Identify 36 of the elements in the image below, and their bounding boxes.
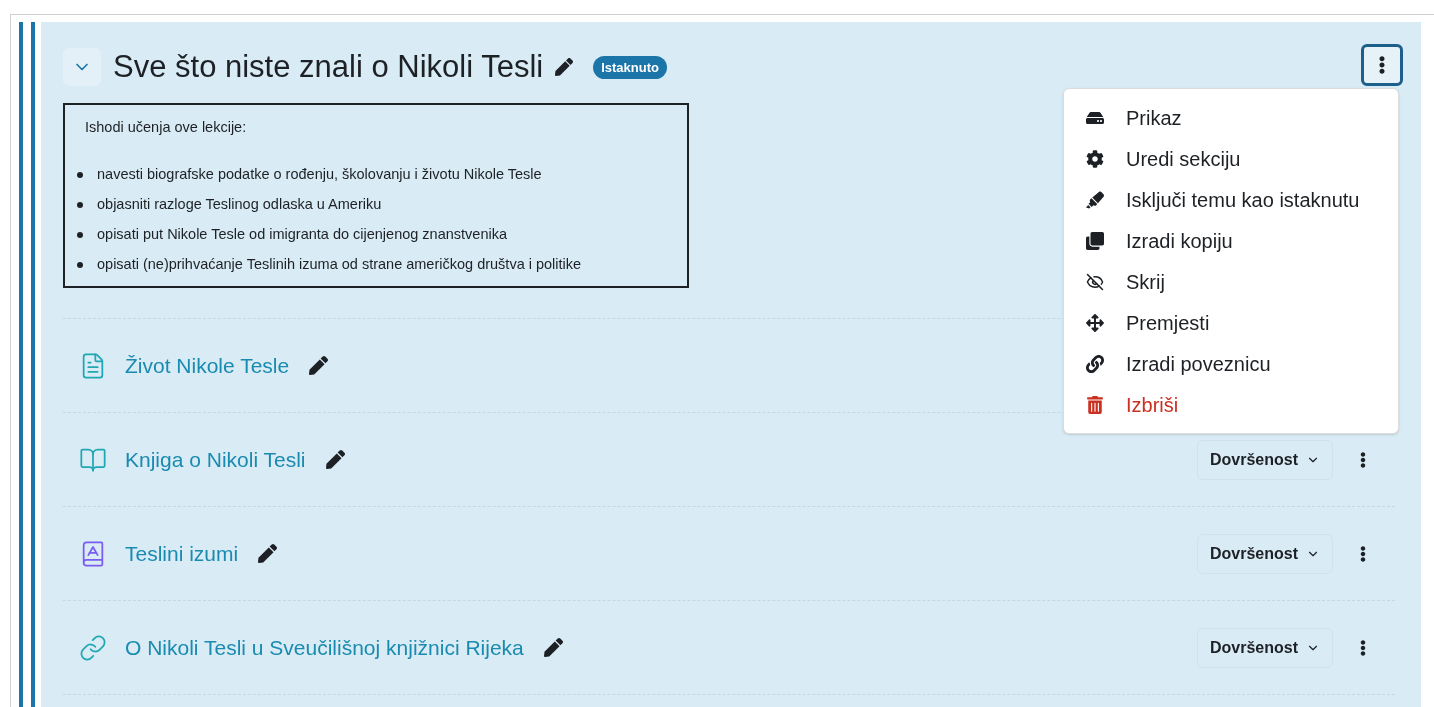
- menu-item[interactable]: Prikaz: [1064, 97, 1398, 138]
- section-menu-button[interactable]: [1361, 44, 1403, 86]
- settings-icon: [1086, 149, 1104, 168]
- summary-item: navesti biografske podatke o rođenju, školovanju i životu Nikole Tesle: [97, 165, 542, 185]
- pencil-icon[interactable]: [555, 58, 574, 77]
- eye-slash-icon: [1086, 272, 1104, 291]
- summary-item: opisati (ne)prihvaćanje Teslinih izuma od strane američkog društva i politike: [97, 255, 582, 275]
- bullet-icon: [77, 202, 83, 209]
- completion-dropdown[interactable]: Dovršenost: [1196, 439, 1333, 480]
- pencil-icon[interactable]: [543, 638, 563, 658]
- featured-badge: Istaknuto: [593, 55, 667, 79]
- pencil-icon[interactable]: [258, 544, 278, 564]
- bullet-icon: [77, 232, 83, 239]
- menu-item[interactable]: Izbriši: [1064, 384, 1398, 425]
- menu-item[interactable]: Isključi temu kao istaknutu: [1064, 179, 1398, 220]
- move-icon: [1086, 313, 1104, 332]
- section-title: Sve što niste znali o Nikoli Tesli: [113, 48, 544, 86]
- pencil-icon[interactable]: [325, 450, 345, 470]
- link-icon: [79, 633, 107, 662]
- menu-item[interactable]: Skrij: [1064, 261, 1398, 302]
- completion-dropdown[interactable]: Dovršenost: [1196, 627, 1333, 668]
- bullet-icon: [77, 262, 83, 269]
- summary-intro: Ishodi učenja ove lekcije:: [84, 117, 248, 137]
- copy-icon: [1086, 231, 1104, 250]
- highlighter-icon: [1086, 190, 1104, 209]
- link-icon: [1086, 354, 1104, 373]
- bullet-icon: [77, 172, 83, 179]
- summary-item: objasniti razloge Teslinog odlaska u Ameriku: [97, 195, 382, 215]
- menu-item[interactable]: Uredi sekciju: [1064, 138, 1398, 179]
- menu-item[interactable]: Premjesti: [1064, 302, 1398, 343]
- pencil-icon[interactable]: [309, 356, 329, 376]
- trash-icon: [1086, 395, 1104, 414]
- menu-item[interactable]: Izradi kopiju: [1064, 220, 1398, 261]
- menu-item[interactable]: Izradi poveznicu: [1064, 343, 1398, 384]
- completion-dropdown[interactable]: Dovršenost: [1196, 533, 1333, 574]
- summary-item: opisati put Nikole Tesle od imigranta do cijenjenog znanstvenika: [97, 225, 507, 245]
